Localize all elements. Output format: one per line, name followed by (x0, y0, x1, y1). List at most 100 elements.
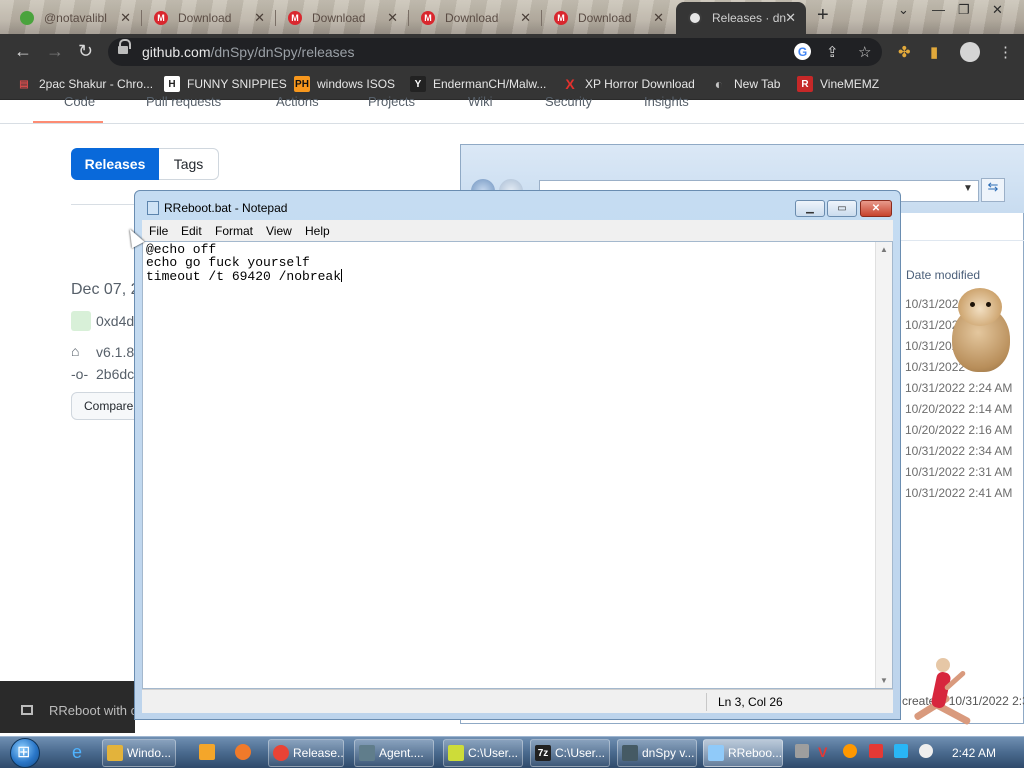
bookmark-xp-horror[interactable]: X XP Horror Download (562, 76, 695, 92)
close-icon[interactable]: ✕ (387, 10, 398, 26)
notepad-icon (708, 745, 724, 761)
paint-icon[interactable] (232, 741, 254, 763)
chevron-down-icon[interactable]: ⌄ (898, 2, 909, 18)
maximize-button[interactable]: ▭ (827, 200, 857, 217)
menu-help[interactable]: Help (305, 224, 330, 238)
tab-download-4[interactable]: M Download ✕ (542, 4, 674, 32)
close-icon[interactable]: ✕ (520, 10, 531, 26)
tray-v-icon[interactable]: V (818, 744, 832, 760)
url-text[interactable]: github.com/dnSpy/dnSpy/releases (142, 44, 354, 60)
compare-button[interactable]: Compare (71, 392, 141, 420)
file-date[interactable]: 10/20/2022 2:14 AM (905, 402, 1012, 416)
tab-download-2[interactable]: M Download ✕ (276, 4, 408, 32)
close-window-icon[interactable]: ✕ (992, 2, 1003, 18)
repo-nav-security[interactable]: Security (545, 94, 592, 109)
close-icon[interactable]: ✕ (785, 10, 796, 26)
side-panel-icon[interactable]: ▮ (930, 43, 938, 61)
tray-volume-icon[interactable] (919, 744, 933, 758)
releases-tab-button[interactable]: Releases (71, 148, 159, 180)
start-button[interactable] (10, 738, 40, 768)
extensions-puzzle-icon[interactable]: ✤ (898, 43, 911, 61)
release-commit[interactable]: 2b6dc (96, 366, 134, 382)
tray-app-icon[interactable] (795, 744, 809, 758)
minimize-button[interactable]: ▁ (795, 200, 825, 217)
taskbar-item-chrome[interactable]: Release... (268, 739, 344, 767)
tab-label: Download (178, 11, 232, 25)
repo-nav-code[interactable]: Code (64, 94, 95, 109)
repo-nav-actions[interactable]: Actions (276, 94, 319, 109)
column-header-date-modified[interactable]: Date modified (906, 268, 980, 282)
menu-file[interactable]: File (149, 224, 168, 238)
tray-search-icon[interactable] (843, 744, 857, 758)
text-editor[interactable]: @echo off echo go fuck yourself timeout /t… (142, 241, 893, 689)
internet-explorer-icon[interactable]: e (66, 741, 88, 763)
bookmark-vinememz[interactable]: R VineMEMZ (797, 76, 879, 92)
bookmark-new-tab[interactable]: ◐ New Tab (711, 76, 781, 92)
file-date[interactable]: 10/20/2022 2:16 AM (905, 423, 1012, 437)
tab-releases[interactable]: Releases · dn ✕ (676, 2, 806, 34)
bookmark-windows-isos[interactable]: PH windows ISOS (294, 76, 395, 92)
repo-nav-pull-requests[interactable]: Pull requests (146, 94, 221, 109)
bookmark-icon: ◐ (714, 76, 724, 92)
tray-monitor-icon[interactable] (894, 744, 908, 758)
toast-label: RReboot with c (49, 703, 138, 718)
bookmark-endermanch[interactable]: Y EndermanCH/Malw... (410, 76, 546, 92)
tray-flag-icon[interactable] (869, 744, 883, 758)
bookmark-icon: PH (294, 76, 310, 92)
tab-download-3[interactable]: M Download ✕ (409, 4, 541, 32)
taskbar-clock[interactable]: 2:42 AM (952, 746, 996, 760)
taskbar-item-cmd-1[interactable]: C:\User... (443, 739, 523, 767)
close-icon[interactable]: ✕ (653, 10, 664, 26)
taskbar-item-windows[interactable]: Windo... (102, 739, 176, 767)
tab-notavalibl[interactable]: @notavalibl ✕ (8, 4, 141, 32)
bookmark-2pac[interactable]: ▤ 2pac Shakur - Chro... (16, 76, 153, 92)
taskbar-item-cmd-2[interactable]: 7z C:\User... (530, 739, 610, 767)
scroll-down-icon[interactable]: ▼ (880, 676, 888, 685)
menu-view[interactable]: View (266, 224, 292, 238)
taskbar-item-rreboot[interactable]: RReboo... (703, 739, 783, 767)
forward-icon[interactable]: → (46, 41, 64, 62)
media-player-icon[interactable] (196, 741, 218, 763)
editor-content[interactable]: @echo off echo go fuck yourself timeout /t… (146, 243, 343, 283)
taskbar-item-dnspy[interactable]: dnSpy v... (617, 739, 697, 767)
repo-nav-wiki[interactable]: Wiki (468, 94, 493, 109)
release-author[interactable]: 0xd4d (96, 313, 134, 329)
back-icon[interactable]: ← (14, 41, 32, 62)
download-toast[interactable]: RReboot with c (0, 681, 138, 733)
file-date[interactable]: 10/31/2022 2:41 AM (905, 486, 1012, 500)
bookmark-label: XP Horror Download (585, 77, 695, 91)
reload-icon[interactable]: ↻ (78, 41, 93, 62)
author-avatar[interactable] (71, 311, 91, 331)
lock-icon[interactable] (118, 39, 131, 56)
chevron-down-icon[interactable]: ▼ (963, 183, 973, 194)
file-date[interactable]: 10/31/2022 2:34 AM (905, 444, 1012, 458)
mega-icon: M (288, 11, 302, 25)
release-tag[interactable]: v6.1.8 (96, 344, 134, 360)
release-date: Dec 07, 2 (71, 281, 140, 298)
vertical-scrollbar[interactable]: ▲ ▼ (875, 242, 892, 688)
taskbar-item-agent[interactable]: Agent.... (354, 739, 434, 767)
notepad-window[interactable]: RReboot.bat - Notepad ▁ ▭ ✕ File Edit Fo… (134, 190, 901, 720)
close-button[interactable]: ✕ (860, 200, 892, 217)
restore-icon[interactable]: ❐ (958, 2, 970, 18)
bookmark-funny-snippies[interactable]: H FUNNY SNIPPIES (164, 76, 287, 92)
new-tab-button[interactable]: + (817, 4, 829, 27)
tab-download-1[interactable]: M Download ✕ (142, 4, 275, 32)
file-date[interactable]: 10/31/2022 2:24 AM (905, 381, 1012, 395)
menu-edit[interactable]: Edit (181, 224, 202, 238)
repo-nav-insights[interactable]: Insights (644, 94, 689, 109)
profile-avatar[interactable] (960, 42, 980, 62)
minimize-icon[interactable]: — (932, 2, 945, 17)
close-icon[interactable]: ✕ (120, 10, 131, 26)
star-icon[interactable]: ☆ (858, 43, 871, 61)
menu-kebab-icon[interactable]: ⋮ (998, 43, 1013, 61)
share-icon[interactable]: ⇪ (826, 43, 839, 61)
google-lens-icon[interactable]: G (794, 43, 811, 60)
file-date[interactable]: 10/31/2022 2:31 AM (905, 465, 1012, 479)
refresh-icon[interactable]: ⇆ (981, 178, 1005, 202)
tags-tab-button[interactable]: Tags (159, 148, 219, 180)
menu-format[interactable]: Format (215, 224, 253, 238)
close-icon[interactable]: ✕ (254, 10, 265, 26)
scroll-up-icon[interactable]: ▲ (880, 245, 888, 254)
repo-nav-projects[interactable]: Projects (368, 94, 415, 109)
